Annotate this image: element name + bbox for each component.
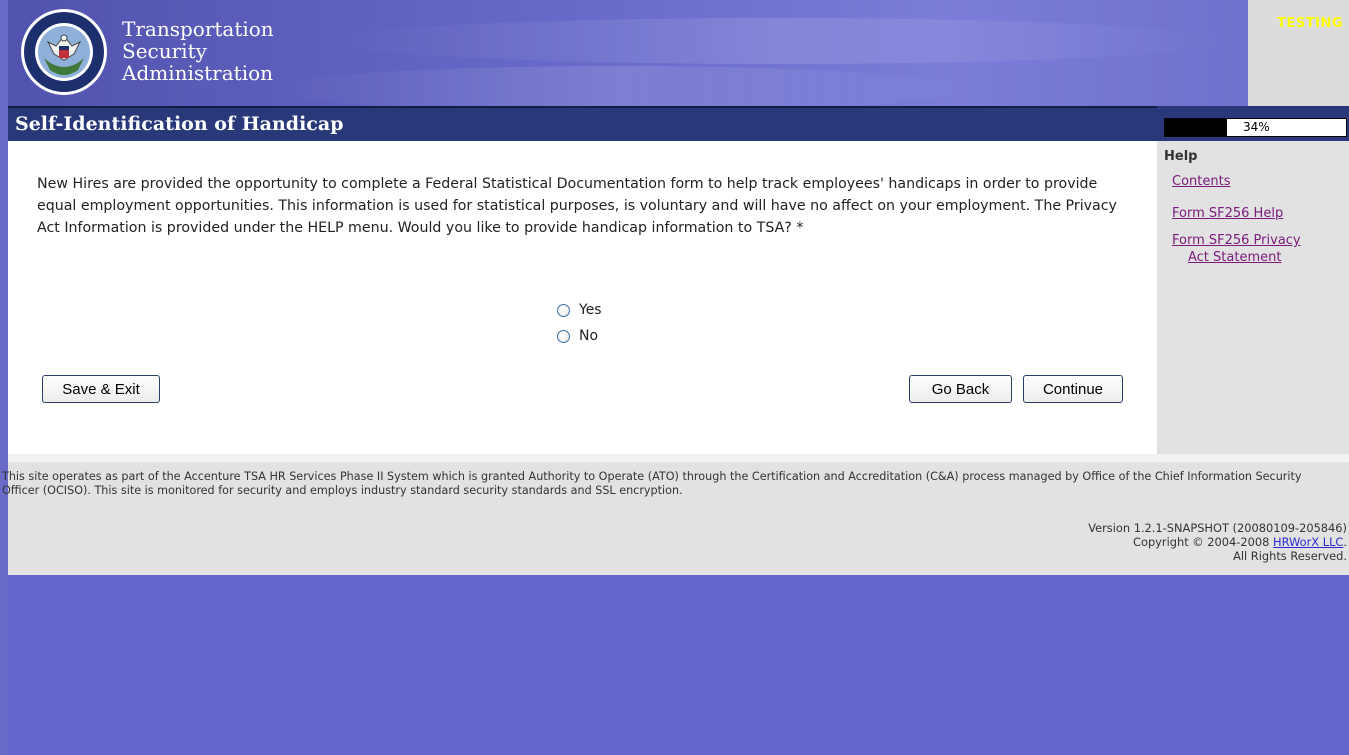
- radio-option-no[interactable]: No: [557, 323, 602, 349]
- page-title: Self-Identification of Handicap: [15, 113, 344, 135]
- sf256-privacy-link-line[interactable]: Act Statement: [1172, 249, 1332, 266]
- copyright-suffix: .: [1343, 535, 1347, 549]
- sf256-privacy-link-line[interactable]: Form SF256 Privacy: [1172, 233, 1301, 248]
- radio-label-no[interactable]: No: [579, 328, 598, 344]
- radio-option-yes[interactable]: Yes: [557, 297, 602, 323]
- title-bar: Self-Identification of Handicap: [8, 106, 1157, 141]
- company-link[interactable]: HRWorX LLC: [1273, 535, 1343, 549]
- copyright-prefix: Copyright © 2004-2008: [1133, 535, 1270, 549]
- progress-zone: 34%: [1157, 106, 1349, 141]
- version-block: Version 1.2.1-SNAPSHOT (20080109-205846)…: [1088, 521, 1347, 563]
- progress-percent: 34%: [1243, 120, 1270, 134]
- site-footer: This site operates as part of the Accent…: [2, 454, 1349, 575]
- radio-label-yes[interactable]: Yes: [579, 302, 602, 318]
- help-sidebar: Help Contents Form SF256 Help Form SF256…: [1157, 141, 1349, 454]
- flag-stripe-decoration: [268, 66, 968, 106]
- contents-link[interactable]: Contents: [1172, 173, 1230, 190]
- sf256-help-link[interactable]: Form SF256 Help: [1172, 205, 1283, 222]
- site-header: Transportation Security Administration T…: [8, 0, 1349, 106]
- version-text: Version 1.2.1-SNAPSHOT (20080109-205846): [1088, 521, 1347, 535]
- progress-fill: [1165, 119, 1227, 136]
- dhs-seal-icon: [21, 9, 107, 95]
- agency-name: Transportation Security Administration: [122, 18, 274, 84]
- radio-button-no[interactable]: [557, 329, 570, 343]
- go-back-button[interactable]: Go Back: [909, 375, 1012, 403]
- continue-button[interactable]: Continue: [1023, 375, 1123, 403]
- rights-text: All Rights Reserved.: [1233, 549, 1347, 563]
- left-border: [0, 0, 8, 755]
- agency-name-line: Administration: [122, 61, 274, 85]
- handicap-radio-group: Yes No: [557, 297, 602, 349]
- agency-name-line: Security: [122, 39, 207, 63]
- radio-button-yes[interactable]: [557, 303, 570, 317]
- main-content: New Hires are provided the opportunity t…: [8, 141, 1157, 454]
- testing-label: TESTING: [1277, 16, 1343, 31]
- save-exit-button[interactable]: Save & Exit: [42, 375, 160, 403]
- copyright-line: Copyright © 2004-2008 HRWorX LLC.: [1088, 535, 1347, 549]
- progress-bar: 34%: [1164, 118, 1347, 137]
- agency-name-line: Transportation: [122, 17, 274, 41]
- page-container: Transportation Security Administration T…: [2, 0, 1349, 575]
- footer-notice: This site operates as part of the Accent…: [2, 470, 1302, 497]
- flag-stripe-decoration: [328, 18, 1228, 64]
- environment-box: TESTING: [1248, 0, 1349, 106]
- help-heading: Help: [1164, 149, 1198, 164]
- intro-question: New Hires are provided the opportunity t…: [37, 176, 1117, 236]
- sf256-privacy-link[interactable]: Form SF256 Privacy Act Statement: [1172, 232, 1332, 266]
